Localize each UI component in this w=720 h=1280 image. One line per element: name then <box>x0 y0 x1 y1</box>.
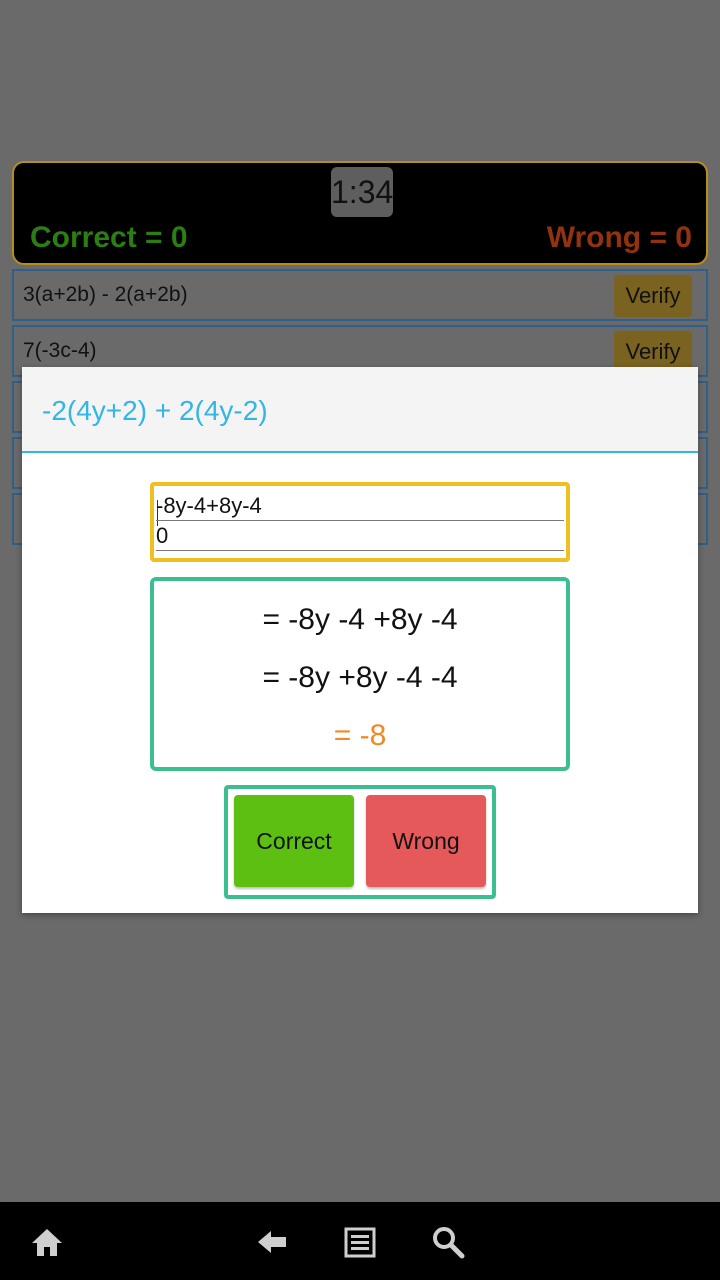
back-icon[interactable] <box>254 1224 290 1260</box>
timer: 1:34 <box>331 167 393 217</box>
question-row: 3(a+2b) - 2(a+2b) Verify <box>12 269 708 321</box>
answer-line: 0 <box>156 522 564 551</box>
answer-line: -8y-4+8y-4 <box>156 492 564 521</box>
question-text: 3(a+2b) - 2(a+2b) <box>23 283 188 306</box>
wrong-count: Wrong = 0 <box>546 221 692 254</box>
question-text: 7(-3c-4) <box>23 339 97 362</box>
search-icon[interactable] <box>430 1224 466 1260</box>
verify-dialog: -2(4y+2) + 2(4y-2) -8y-4+8y-4 0 = -8y -4… <box>22 367 698 913</box>
dialog-title: -2(4y+2) + 2(4y-2) <box>42 395 268 426</box>
score-panel: 1:34 Correct = 0 Wrong = 0 <box>12 161 708 265</box>
verify-button[interactable]: Verify <box>614 275 692 317</box>
solution-step: = -8y +8y -4 -4 <box>262 661 458 694</box>
solution-panel: = -8y -4 +8y -4 = -8y +8y -4 -4 = -8 <box>150 577 570 771</box>
correct-button[interactable]: Correct <box>234 795 354 887</box>
dialog-header: -2(4y+2) + 2(4y-2) <box>22 367 698 453</box>
navigation-bar <box>0 1202 720 1280</box>
solution-step: = -8y -4 +8y -4 <box>262 603 458 636</box>
home-icon[interactable] <box>29 1224 65 1260</box>
solution-final: = -8 <box>333 719 387 752</box>
correct-count: Correct = 0 <box>30 221 188 254</box>
list-icon[interactable] <box>342 1224 378 1260</box>
wrong-button[interactable]: Wrong <box>366 795 486 887</box>
grade-buttons: Correct Wrong <box>224 785 496 899</box>
answer-input[interactable]: -8y-4+8y-4 0 <box>150 482 570 562</box>
